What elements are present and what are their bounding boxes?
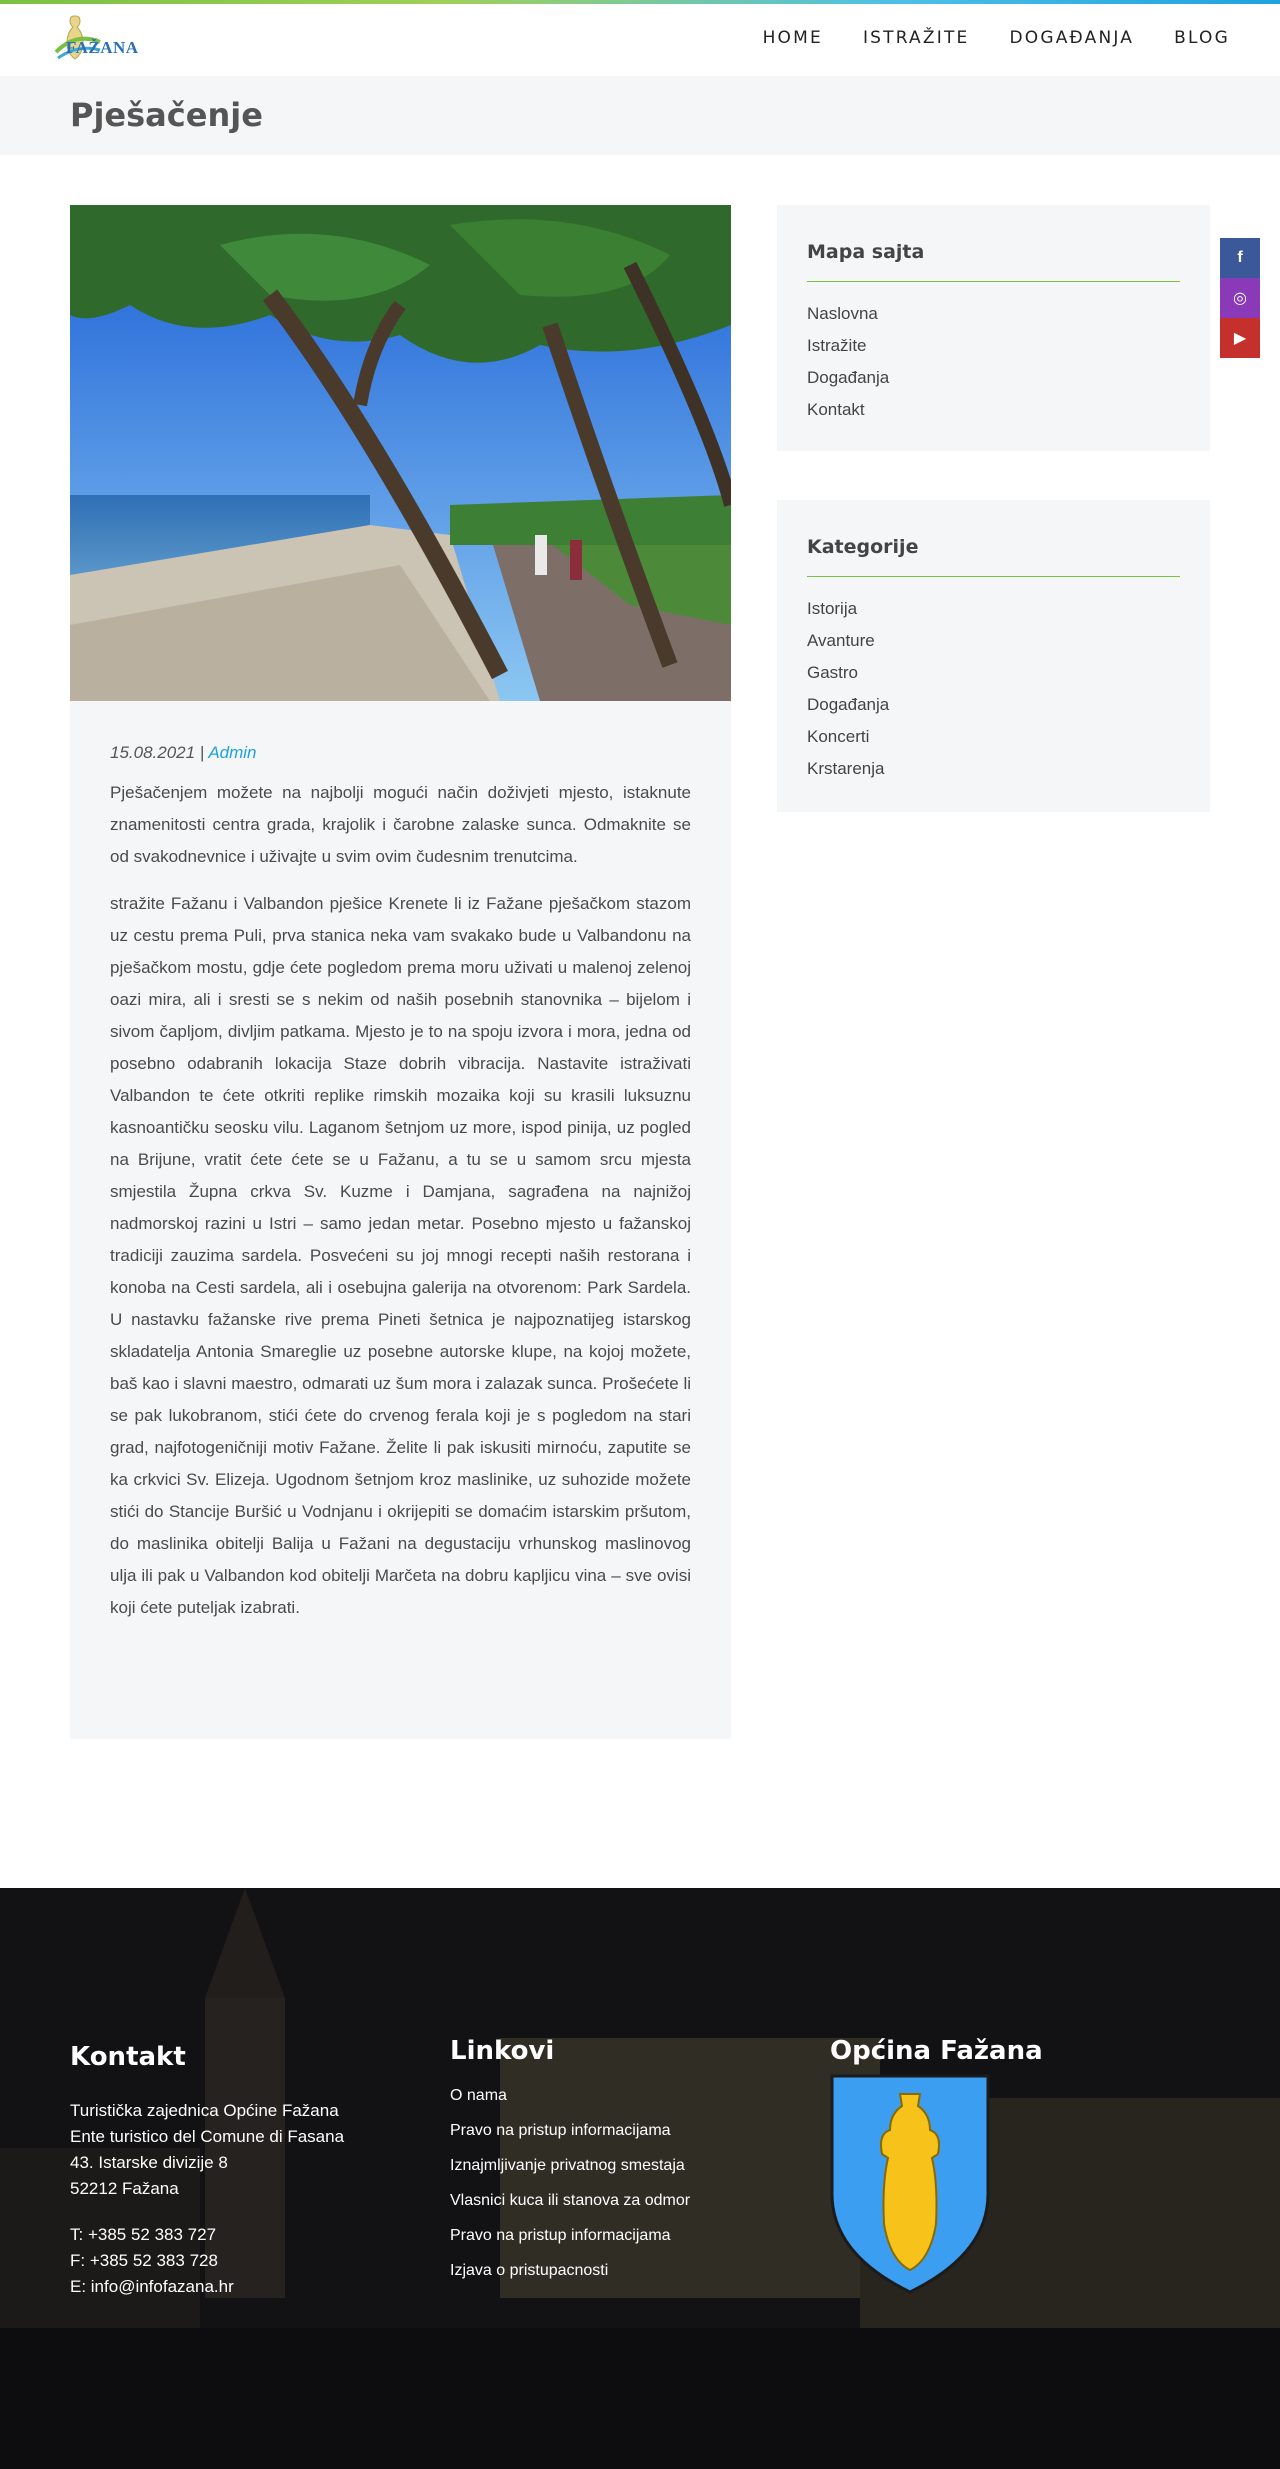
category-link-koncerti[interactable]: Koncerti xyxy=(807,721,1180,753)
footer-municipality-title: Općina Fažana xyxy=(830,2036,1043,2066)
footer-links-title: Linkovi xyxy=(450,2036,555,2066)
categories-title: Kategorije xyxy=(807,536,1180,577)
sitemap-widget: Mapa sajta Naslovna Istražite Događanja … xyxy=(777,205,1210,451)
facebook-icon[interactable]: f xyxy=(1220,238,1260,278)
footer-link-pravo-na-pristup[interactable]: Pravo na pristup informacijama xyxy=(450,2113,770,2148)
main-nav: HOME ISTRAŽITE DOGAĐANJA BLOG xyxy=(723,28,1230,48)
categories-widget: Kategorije Istorija Avanture Gastro Doga… xyxy=(777,500,1210,812)
coat-of-arms-icon xyxy=(830,2074,990,2294)
post-date: 15.08.2021 | xyxy=(110,743,205,762)
post-main-paragraph: stražite Fažanu i Valbandon pješice Kren… xyxy=(110,894,691,1617)
youtube-icon[interactable]: ▶ xyxy=(1220,318,1260,358)
post-author-link[interactable]: Admin xyxy=(208,743,256,762)
page-title-bar: Pješačenje xyxy=(0,76,1280,155)
sitemap-title: Mapa sajta xyxy=(807,241,1180,282)
contact-line-1: Turistička zajednica Općine Fažana xyxy=(70,2101,339,2120)
post-intro-paragraph: Pješačenjem možete na najbolji mogući na… xyxy=(110,783,691,866)
nav-home[interactable]: HOME xyxy=(763,28,823,48)
footer-municipality: Općina Fažana xyxy=(830,2036,1130,2299)
footer-contact: Kontakt Turistička zajednica Općine Faža… xyxy=(70,2042,410,2300)
beach-pines-illustration xyxy=(70,205,731,701)
contact-address: 43. Istarske divizije 8 xyxy=(70,2153,228,2172)
social-sidebar: f ◎ ▶ xyxy=(1220,238,1260,358)
post-featured-image xyxy=(70,205,731,701)
footer-link-pravo-na-pristup-2[interactable]: Pravo na pristup informacijama xyxy=(450,2218,770,2253)
page-title: Pješačenje xyxy=(70,96,263,134)
post-meta: 15.08.2021 | Admin xyxy=(110,743,691,763)
footer-link-o-nama[interactable]: O nama xyxy=(450,2078,770,2113)
sitemap-link-dogadanja[interactable]: Događanja xyxy=(807,362,1180,394)
site-footer: Kontakt Turistička zajednica Općine Faža… xyxy=(0,1888,1280,2469)
category-link-krstarenja[interactable]: Krstarenja xyxy=(807,753,1180,785)
category-link-avanture[interactable]: Avanture xyxy=(807,625,1180,657)
contact-postcode: 52212 Fažana xyxy=(70,2179,179,2198)
contact-email[interactable]: E: info@infofazana.hr xyxy=(70,2274,410,2300)
contact-line-2: Ente turistico del Comune di Fasana xyxy=(70,2127,345,2146)
contact-phone[interactable]: T: +385 52 383 727 xyxy=(70,2222,410,2248)
category-link-gastro[interactable]: Gastro xyxy=(807,657,1180,689)
footer-links: Linkovi O nama Pravo na pristup informac… xyxy=(450,2036,770,2288)
nav-istrazite[interactable]: ISTRAŽITE xyxy=(863,28,970,48)
sitemap-link-istrazite[interactable]: Istražite xyxy=(807,330,1180,362)
footer-link-iznajmljivanje[interactable]: Iznajmljivanje privatnog smestaja xyxy=(450,2148,770,2183)
contact-fax: F: +385 52 383 728 xyxy=(70,2251,218,2270)
footer-contact-title: Kontakt xyxy=(70,2042,186,2072)
site-header: FAŽANA HOME ISTRAŽITE DOGAĐANJA BLOG xyxy=(0,4,1280,76)
sitemap-link-naslovna[interactable]: Naslovna xyxy=(807,298,1180,330)
nav-dogadanja[interactable]: DOGAĐANJA xyxy=(1009,28,1134,48)
sitemap-link-kontakt[interactable]: Kontakt xyxy=(807,394,1180,426)
instagram-icon[interactable]: ◎ xyxy=(1220,278,1260,318)
nav-blog[interactable]: BLOG xyxy=(1174,28,1230,48)
footer-link-izjava[interactable]: Izjava o pristupacnosti xyxy=(450,2253,770,2288)
logo-wordmark: FAŽANA xyxy=(66,38,139,57)
post-body: 15.08.2021 | Admin Pješačenjem možete na… xyxy=(110,743,691,1639)
site-logo[interactable]: FAŽANA xyxy=(52,8,152,72)
category-link-istorija[interactable]: Istorija xyxy=(807,593,1180,625)
blog-post: 15.08.2021 | Admin Pješačenjem možete na… xyxy=(70,205,731,1739)
category-link-dogadanja[interactable]: Događanja xyxy=(807,689,1180,721)
footer-link-vlasnici[interactable]: Vlasnici kuca ili stanova za odmor xyxy=(450,2183,770,2218)
